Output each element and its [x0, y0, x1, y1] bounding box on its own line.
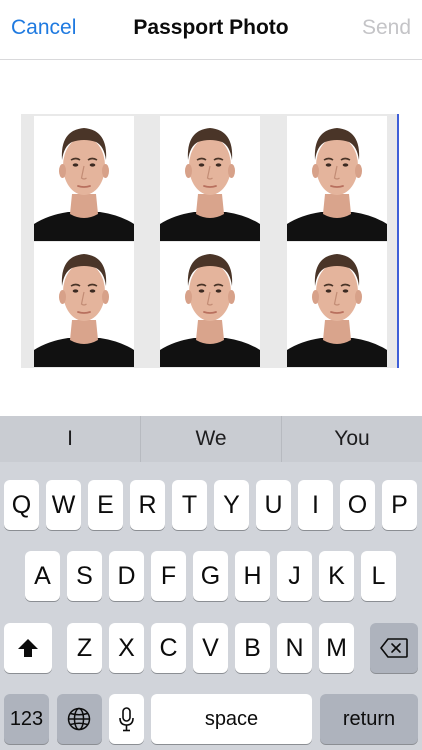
- key-w[interactable]: W: [46, 480, 81, 530]
- keyboard: I We You Q W E R T Y U I O P A S D F G H…: [0, 416, 422, 750]
- shift-icon: [17, 638, 39, 658]
- portrait-illustration: [287, 116, 387, 241]
- space-key[interactable]: space: [151, 694, 312, 744]
- delete-icon: [380, 638, 408, 658]
- suggestion-item[interactable]: You: [282, 416, 422, 462]
- key-n[interactable]: N: [277, 623, 312, 673]
- globe-icon: [67, 707, 91, 731]
- portrait-illustration: [34, 116, 134, 241]
- navigation-bar: Cancel Passport Photo Send: [0, 0, 422, 60]
- suggestion-item[interactable]: We: [141, 416, 281, 462]
- send-button[interactable]: Send: [362, 16, 411, 40]
- passport-photo: [160, 242, 260, 367]
- key-t[interactable]: T: [172, 480, 207, 530]
- key-m[interactable]: M: [319, 623, 354, 673]
- microphone-icon: [118, 707, 135, 732]
- key-k[interactable]: K: [319, 551, 354, 601]
- shift-key[interactable]: [4, 623, 52, 673]
- portrait-illustration: [160, 242, 260, 367]
- passport-photo: [160, 116, 260, 241]
- globe-key[interactable]: [57, 694, 102, 744]
- portrait-illustration: [160, 116, 260, 241]
- portrait-illustration: [34, 242, 134, 367]
- key-u[interactable]: U: [256, 480, 291, 530]
- passport-photo: [34, 116, 134, 241]
- passport-photo: [287, 116, 387, 241]
- key-h[interactable]: H: [235, 551, 270, 601]
- passport-photo: [34, 242, 134, 367]
- return-key[interactable]: return: [320, 694, 418, 744]
- delete-key[interactable]: [370, 623, 418, 673]
- suggestion-bar: I We You: [0, 416, 422, 462]
- key-l[interactable]: L: [361, 551, 396, 601]
- numbers-key[interactable]: 123: [4, 694, 49, 744]
- key-g[interactable]: G: [193, 551, 228, 601]
- key-d[interactable]: D: [109, 551, 144, 601]
- text-cursor: [397, 114, 399, 368]
- screen: Cancel Passport Photo Send I We You Q W …: [0, 0, 422, 750]
- passport-photo-sheet: [21, 114, 399, 368]
- key-f[interactable]: F: [151, 551, 186, 601]
- key-b[interactable]: B: [235, 623, 270, 673]
- key-a[interactable]: A: [25, 551, 60, 601]
- key-j[interactable]: J: [277, 551, 312, 601]
- key-e[interactable]: E: [88, 480, 123, 530]
- suggestion-item[interactable]: I: [0, 416, 140, 462]
- key-c[interactable]: C: [151, 623, 186, 673]
- key-o[interactable]: O: [340, 480, 375, 530]
- key-q[interactable]: Q: [4, 480, 39, 530]
- key-y[interactable]: Y: [214, 480, 249, 530]
- microphone-key[interactable]: [109, 694, 144, 744]
- key-z[interactable]: Z: [67, 623, 102, 673]
- key-p[interactable]: P: [382, 480, 417, 530]
- key-s[interactable]: S: [67, 551, 102, 601]
- key-i[interactable]: I: [298, 480, 333, 530]
- key-r[interactable]: R: [130, 480, 165, 530]
- portrait-illustration: [287, 242, 387, 367]
- key-v[interactable]: V: [193, 623, 228, 673]
- key-x[interactable]: X: [109, 623, 144, 673]
- cancel-button[interactable]: Cancel: [11, 16, 76, 40]
- passport-photo: [287, 242, 387, 367]
